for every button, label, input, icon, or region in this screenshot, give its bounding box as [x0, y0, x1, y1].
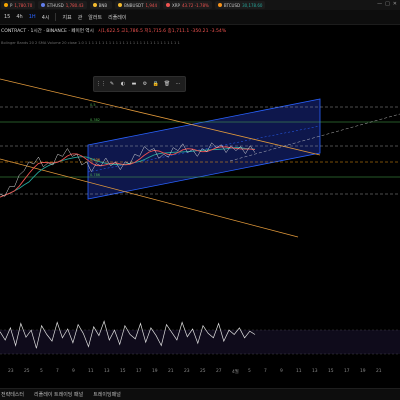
- toolbar-button[interactable]: 관: [78, 14, 83, 21]
- time-axis-label: 15: [120, 369, 126, 374]
- price-chart[interactable]: 0.5 0.382 0.236 0.786: [0, 49, 400, 317]
- tab-label: BTCUSD: [223, 2, 241, 8]
- coin-icon: [166, 3, 170, 7]
- tab-label: BNB: [98, 2, 108, 8]
- browser-tab[interactable]: BTCUSD 30,178.60: [214, 1, 266, 9]
- maximize-icon[interactable]: □: [385, 1, 390, 7]
- time-axis-label: 11: [296, 369, 302, 374]
- close-icon[interactable]: ✕: [393, 1, 397, 7]
- time-axis-label: 23: [8, 369, 14, 374]
- browser-tab-bar: P 1,780.70 ETHUSD 1,780.43 BNB BNBUSDT 1,944 XR…: [0, 0, 400, 10]
- bottom-panel-bar: 전략테스터 리플레이 트레이딩 패널 트레이딩패널: [0, 388, 400, 400]
- time-axis-label: 7: [56, 369, 59, 374]
- coin-icon: [118, 3, 123, 7]
- indicator-legend[interactable]: Bolinger Bands 20 2 SMA Volume 20 close …: [0, 41, 400, 49]
- time-axis-label: 15: [328, 369, 334, 374]
- drawing-toolbar: ⋮⋮ ✎ ◐ ▬ ⚙ 🔒 🗑 ⋯: [93, 76, 186, 92]
- time-axis-label: 19: [152, 369, 158, 374]
- tab-label: P: [10, 2, 13, 8]
- browser-tab[interactable]: BNB: [89, 1, 113, 9]
- symbol-header: CONTRACT · 1시간 · BINANCE · 페이먼 역시 시1,622…: [0, 26, 400, 35]
- time-axis-label: 5: [40, 369, 43, 374]
- time-axis-label: 7: [264, 369, 267, 374]
- trash-icon[interactable]: 🗑: [164, 81, 170, 87]
- tab-price: 1,780.70: [14, 2, 33, 8]
- coin-icon: [4, 3, 8, 7]
- time-axis-label: 11: [88, 369, 94, 374]
- minimize-icon[interactable]: —: [377, 1, 382, 7]
- tab-price: 1,780.43: [65, 2, 84, 8]
- bottom-panel-tab[interactable]: 전략테스터: [1, 391, 24, 398]
- tab-label: XRP: [172, 2, 180, 8]
- fib-level-label: 0.5: [90, 103, 96, 107]
- toolbar-button[interactable]: 1H: [29, 14, 36, 20]
- toolbar-button[interactable]: 알러트: [88, 14, 102, 21]
- browser-tab[interactable]: XRP 43.72 -1.78%: [163, 1, 212, 9]
- chart-toolbar: 15 4h 1H 4시 지표 관 알러트 리플레이: [0, 10, 400, 25]
- window-controls: — □ ✕: [377, 1, 397, 7]
- time-axis-label: 17: [136, 369, 142, 374]
- time-axis-label: 19: [360, 369, 366, 374]
- fib-level-label: 0.786: [90, 173, 100, 177]
- coin-icon: [92, 3, 97, 7]
- time-axis-label: 5: [248, 369, 251, 374]
- drag-icon[interactable]: ⋮⋮: [96, 81, 106, 87]
- tab-price: 30,178.60: [242, 2, 263, 8]
- brush-icon[interactable]: ◐: [120, 81, 126, 87]
- toolbar-button[interactable]: 4시: [42, 14, 50, 21]
- time-axis-label: 27: [216, 369, 222, 374]
- fib-level-label: 0.236: [90, 158, 100, 162]
- time-axis-label: 17: [344, 369, 350, 374]
- fib-level-label: 0.382: [90, 118, 100, 122]
- parallel-channel[interactable]: [87, 98, 321, 200]
- bottom-panel-tab[interactable]: 리플레이 트레이딩 패널: [34, 391, 83, 398]
- settings-icon[interactable]: ⚙: [142, 81, 148, 87]
- browser-tab[interactable]: BNBUSDT 1,944: [115, 1, 160, 9]
- browser-tab[interactable]: P 1,780.70: [1, 1, 36, 9]
- line-weight-icon[interactable]: ▬: [131, 81, 137, 87]
- symbol-title[interactable]: CONTRACT · 1시간 · BINANCE · 페이먼 역시: [1, 28, 94, 34]
- toolbar-button[interactable]: 15: [4, 14, 10, 20]
- tab-price: 43.72 -1.78%: [181, 2, 209, 8]
- toolbar-button[interactable]: 리플레이: [108, 14, 126, 21]
- more-icon[interactable]: ⋯: [175, 81, 181, 87]
- time-axis-label: 13: [312, 369, 318, 374]
- browser-tab[interactable]: ETHUSD 1,780.43: [38, 1, 87, 9]
- time-axis-label: 13: [104, 369, 110, 374]
- tab-label: BNBUSDT: [124, 2, 144, 8]
- coin-icon: [41, 3, 46, 7]
- time-axis-label: 25: [200, 369, 206, 374]
- toolbar-button[interactable]: 지표: [62, 14, 71, 21]
- lock-icon[interactable]: 🔒: [153, 81, 159, 87]
- toolbar-divider: [55, 13, 57, 21]
- time-axis-label: 25: [24, 369, 30, 374]
- bottom-panel-tab[interactable]: 트레이딩패널: [93, 391, 121, 398]
- coin-icon: [217, 3, 222, 7]
- ohlc-values: 시1,622.5 고1,786.5 저1,715.6 종1,711.1 -350…: [97, 28, 227, 34]
- time-axis-label: 21: [376, 369, 382, 374]
- time-axis-label: 9: [72, 369, 75, 374]
- tab-price: 1,944: [145, 2, 157, 8]
- time-axis-label: 21: [168, 369, 174, 374]
- time-axis-label: 9: [280, 369, 283, 374]
- time-axis-label: 4월: [232, 370, 239, 375]
- pencil-icon[interactable]: ✎: [109, 81, 115, 87]
- toolbar-button[interactable]: 4h: [16, 14, 22, 20]
- oscillator-pane[interactable]: [0, 318, 400, 366]
- tab-label: ETHUSD: [47, 2, 64, 8]
- time-axis[interactable]: 23 25 5 7 9 11 13 15 17 19 21 23 25 27 4월 5 7 9 11 13 15 17 19…: [0, 367, 400, 377]
- osc-band-fill: [0, 330, 400, 354]
- time-axis-label: 23: [184, 369, 190, 374]
